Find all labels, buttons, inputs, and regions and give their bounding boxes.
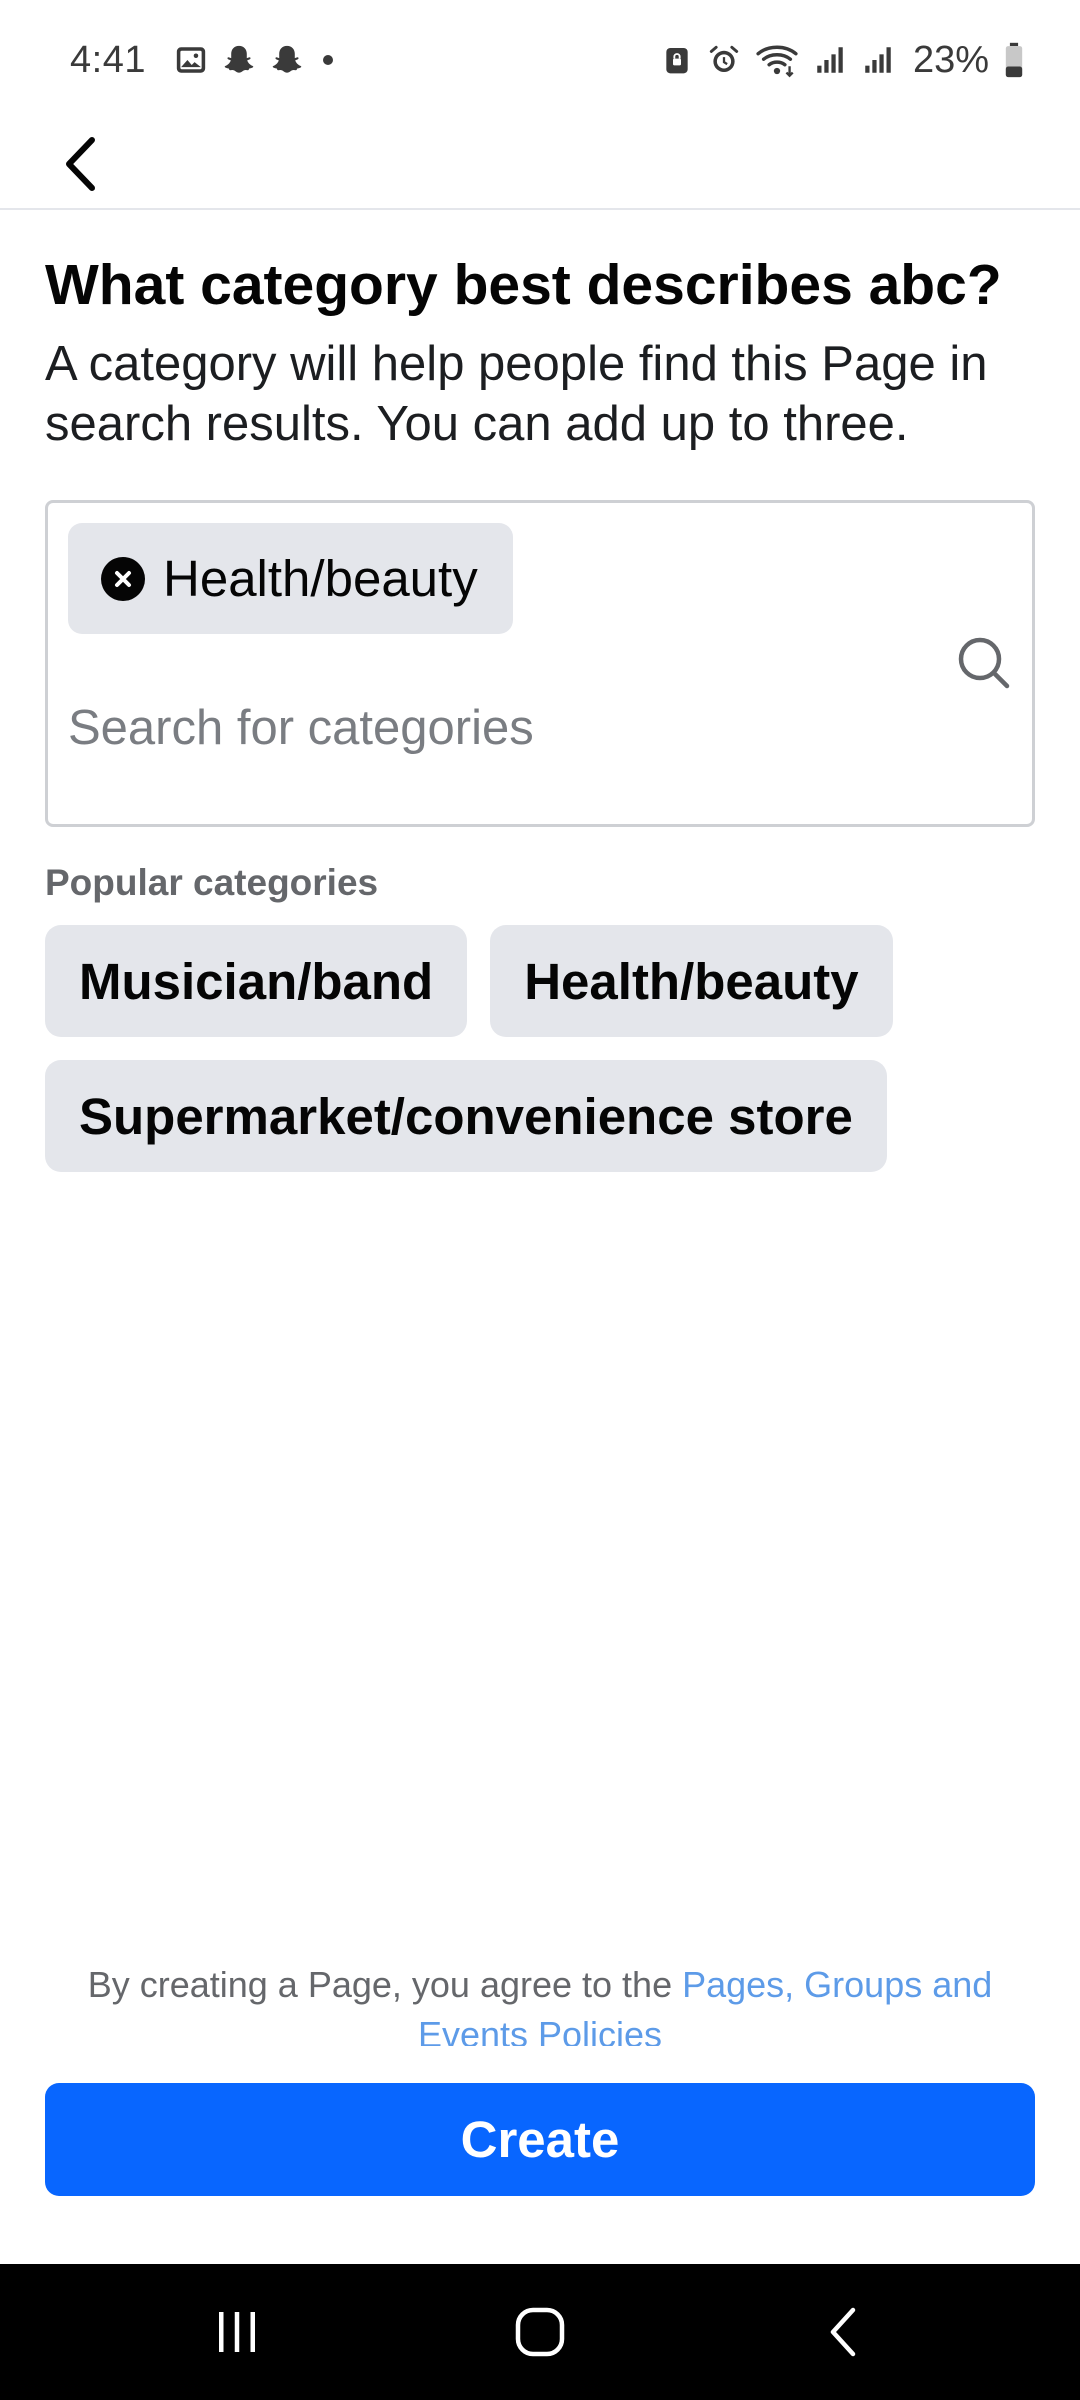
status-left: 4:41 (70, 39, 338, 82)
terms-prefix: By creating a Page, you agree to the (87, 1964, 683, 2005)
close-circle-icon[interactable] (101, 556, 145, 601)
category-field[interactable]: Health/beauty (45, 500, 1035, 827)
search-input[interactable] (68, 683, 948, 773)
nfc-lock-icon (661, 43, 693, 77)
create-button[interactable]: Create (45, 2083, 1035, 2196)
signal-icon (861, 43, 895, 77)
system-back-button[interactable] (773, 2264, 913, 2400)
back-button[interactable] (40, 120, 120, 208)
search-icon[interactable] (954, 633, 1014, 693)
battery-percent: 23% (912, 38, 989, 81)
alarm-icon (707, 43, 741, 77)
recent-apps-button[interactable] (167, 2264, 307, 2400)
wifi-icon (755, 42, 799, 78)
category-chip-musician-band[interactable]: Musician/band (45, 925, 468, 1037)
system-nav-bar (0, 2264, 1080, 2400)
snapchat-icon (222, 43, 256, 77)
selected-category-chip[interactable]: Health/beauty (68, 523, 513, 634)
status-bar: 4:41 23% (0, 0, 1080, 120)
home-button[interactable] (470, 2264, 610, 2400)
screen: 4:41 23% What category best describes ab… (0, 0, 1080, 2400)
gallery-icon (174, 43, 208, 77)
popular-categories-label: Popular categories (45, 862, 379, 903)
notification-dot-icon (318, 50, 338, 70)
home-icon (515, 2307, 565, 2357)
category-chip-supermarket[interactable]: Supermarket/convenience store (45, 1060, 887, 1172)
signal-icon (813, 43, 847, 77)
popular-categories-list: Musician/band Health/beauty Supermarket/… (45, 925, 1035, 1172)
selected-category-label: Health/beauty (163, 550, 478, 607)
chevron-left-icon (66, 137, 95, 191)
status-right: 23% (661, 39, 1025, 82)
status-time: 4:41 (70, 38, 146, 81)
recent-apps-icon (219, 2312, 255, 2352)
page-subtitle: A category will help people find this Pa… (45, 337, 988, 451)
category-chip-health-beauty[interactable]: Health/beauty (490, 925, 893, 1037)
app-bar (0, 120, 1080, 210)
page-title: What category best describes abc? (45, 253, 1002, 317)
back-icon (830, 2307, 856, 2357)
terms-text: By creating a Page, you agree to the Pag… (60, 1960, 1020, 2046)
snapchat-icon (270, 43, 304, 77)
battery-icon (1003, 42, 1025, 78)
